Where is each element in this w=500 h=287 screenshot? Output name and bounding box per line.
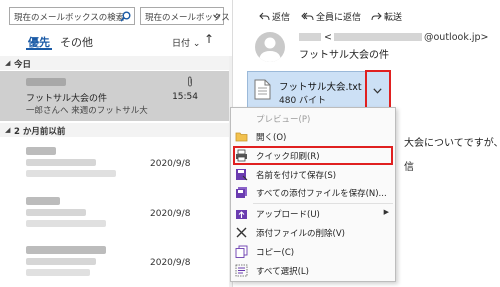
sort-by-dropdown[interactable]: 日付 ⌄ (172, 36, 200, 49)
text-file-icon (254, 79, 271, 100)
reply-button[interactable]: 返信 (259, 10, 290, 23)
menu-item-label: 添付ファイルの削除(V) (256, 229, 345, 239)
menu-item-select-all[interactable]: すべて選択(L) (231, 262, 395, 279)
sender-domain: @outlook.jp> (424, 32, 489, 43)
sender-address: < @outlook.jp> (299, 32, 488, 43)
save-all-icon (236, 187, 247, 198)
preview-icon (235, 112, 248, 125)
forward-button[interactable]: 転送 (371, 10, 402, 23)
message-body-line: 大会についてですが、 (404, 138, 500, 149)
redacted-sender-name (299, 33, 321, 41)
delete-x-icon (236, 227, 247, 238)
mail-date: 2020/9/8 (150, 159, 191, 169)
attachment-size: 480 バイト (279, 96, 327, 106)
copy-icon (235, 245, 248, 258)
mail-time: 15:54 (172, 92, 198, 102)
section-label: 今日 (14, 60, 32, 70)
redacted-sender (26, 197, 60, 205)
search-icon[interactable] (120, 11, 131, 22)
search-input[interactable]: 現在のメールボックスの検索 (9, 7, 135, 25)
attachment-name: フットサル大会.txt (279, 82, 362, 93)
redacted-sender-local (334, 33, 422, 41)
attachment-context-menu: プレビュー(P) 開く(O) クイック印刷(R) 名前を付けて保存(S) すべて… (230, 107, 396, 282)
section-header-today[interactable]: ◢ 今日 (0, 56, 232, 70)
redacted-subject (26, 159, 96, 166)
section-label: 2 か月前以前 (14, 127, 66, 137)
person-icon (259, 37, 281, 62)
tab-focused-underline (26, 48, 52, 50)
message-body-line: 信 (404, 162, 414, 173)
avatar (255, 32, 285, 62)
reply-icon (259, 12, 270, 21)
collapse-triangle-icon: ◢ (5, 126, 11, 134)
reply-all-icon (301, 12, 314, 21)
menu-item-copy[interactable]: コピー(C) (231, 243, 395, 260)
menu-item-label: 名前を付けて保存(S) (256, 171, 337, 181)
submenu-arrow-icon: ▶ (383, 208, 389, 216)
forward-icon (371, 12, 382, 21)
menu-item-label: 開く(O) (256, 133, 287, 143)
redacted-subject (26, 258, 96, 265)
menu-item-label: すべての添付ファイルを保存(N)... (256, 189, 387, 199)
menu-item-label: アップロード(U) (256, 210, 320, 220)
menu-item-preview[interactable]: プレビュー(P) (231, 110, 395, 127)
upload-icon (236, 210, 247, 219)
menu-item-open[interactable]: 開く(O) (231, 128, 395, 145)
menu-item-upload[interactable]: アップロード(U) ▶ (231, 205, 395, 222)
sort-by-label: 日付 (172, 39, 191, 49)
quick-print-highlight-box (233, 146, 393, 165)
search-placeholder: 現在のメールボックスの検索 (14, 13, 125, 23)
mail-preview: 一郎さんへ 来週のフットサル大 (26, 106, 148, 116)
menu-item-remove-attachment[interactable]: 添付ファイルの削除(V) (231, 224, 395, 241)
menu-item-save-all[interactable]: すべての添付ファイルを保存(N)... (231, 184, 395, 201)
redacted-preview (26, 170, 116, 177)
attachment-chip[interactable]: フットサル大会.txt 480 バイト (247, 70, 391, 113)
collapse-triangle-icon: ◢ (5, 59, 11, 67)
mail-subject: フットサル大会の件 (26, 94, 108, 104)
mail-date: 2020/9/8 (150, 258, 191, 268)
redacted-subject (26, 209, 86, 216)
message-list-pane: 現在のメールボックスの検索 現在のメールボックス 優先 その他 日付 ⌄ ↑ ◢… (0, 0, 232, 287)
save-as-icon (236, 169, 248, 181)
reply-all-label: 全員に返信 (316, 13, 362, 23)
list-item-selected[interactable]: フットサル大会の件 一郎さんへ 来週のフットサル大 15:54 (0, 71, 232, 121)
sort-direction-button[interactable]: ↑ (204, 32, 214, 46)
menu-item-save-as[interactable]: 名前を付けて保存(S) (231, 166, 395, 183)
mail-date: 2020/9/8 (150, 209, 191, 219)
chevron-down-icon (373, 88, 382, 94)
redacted-sender (26, 246, 106, 254)
redacted-sender (26, 78, 66, 86)
menu-item-label: すべて選択(L) (256, 267, 309, 277)
redacted-preview (26, 269, 90, 276)
redacted-preview (26, 220, 106, 227)
sender-prefix: < (324, 32, 332, 43)
list-item[interactable]: 2020/9/8 (0, 139, 232, 185)
list-item[interactable]: 2020/9/8 (0, 238, 232, 287)
section-header-older[interactable]: ◢ 2 か月前以前 (0, 123, 232, 137)
open-folder-icon (235, 132, 248, 142)
list-item[interactable]: 2020/9/8 (0, 189, 232, 235)
menu-separator (253, 203, 393, 204)
search-scope-dropdown[interactable]: 現在のメールボックス (140, 7, 230, 25)
forward-label: 転送 (384, 13, 403, 23)
select-all-icon (235, 264, 248, 277)
menu-item-label: コピー(C) (256, 248, 295, 258)
chevron-down-icon (213, 14, 220, 19)
message-subject: フットサル大会の件 (299, 50, 389, 61)
paperclip-icon (188, 76, 192, 87)
tab-other[interactable]: その他 (60, 34, 93, 50)
menu-item-label: プレビュー(P) (256, 115, 311, 125)
reply-label: 返信 (272, 13, 291, 23)
reply-all-button[interactable]: 全員に返信 (301, 10, 361, 23)
redacted-sender (26, 147, 56, 155)
